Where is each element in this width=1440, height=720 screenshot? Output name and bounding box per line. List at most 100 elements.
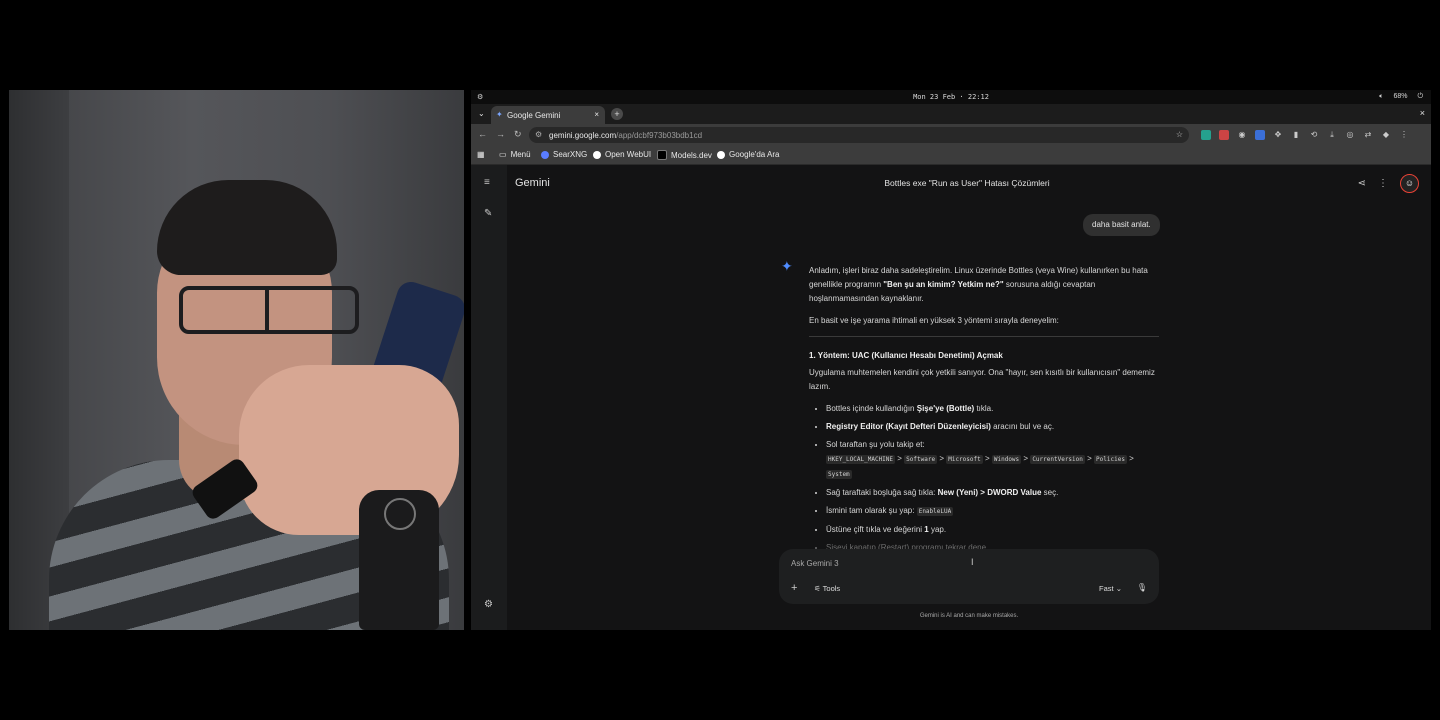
path-separator: > xyxy=(1129,454,1134,463)
registry-path-segment: Windows xyxy=(991,455,1022,464)
gemini-sidebar: ≡ ✎ ⚙ xyxy=(471,165,507,630)
conversation-title: Bottles exe "Run as User" Hatası Çözümle… xyxy=(884,178,1050,188)
power-icon[interactable]: ⏻ xyxy=(1417,93,1423,101)
bookmark-searxng[interactable]: SearXNG xyxy=(541,150,587,159)
tools-label: Tools xyxy=(822,584,841,593)
menu-icon[interactable]: ≡ xyxy=(484,177,490,188)
list-item: Sol taraftan şu yolu takip et: HKEY_LOCA… xyxy=(826,438,1159,482)
browser-menu-icon[interactable]: ⋮ xyxy=(1399,130,1409,140)
microphone-icon[interactable]: 🎙︎ xyxy=(1137,583,1147,592)
item-bold: Registry Editor (Kayıt Defteri Düzenleyi… xyxy=(826,422,991,431)
disclaimer-text: Gemini is AI and can make mistakes. xyxy=(919,613,1019,619)
prompt-box[interactable]: Ask Gemini 3 + ⚟ Tools Fast ⌄ 🎙︎ xyxy=(779,549,1159,604)
response-paragraph: En basit ve işe yarama ihtimali en yükse… xyxy=(809,316,1059,325)
share-icon[interactable]: ⋖ xyxy=(1358,178,1366,189)
speaker-icon[interactable]: 🔈︎ xyxy=(1379,93,1383,101)
apps-grid-icon[interactable]: ▦ xyxy=(477,150,485,159)
site-info-icon[interactable]: ⚙ xyxy=(535,130,542,139)
microphone-knob xyxy=(384,498,416,530)
bookmark-star-icon[interactable]: ☆ xyxy=(1176,130,1183,139)
user-message-bubble: daha basit anlat. xyxy=(1083,214,1160,236)
item-text: Sağ taraftaki boşluğa sağ tıkla: xyxy=(826,488,938,497)
bookmark-label: Open WebUI xyxy=(605,150,652,159)
extension-red-icon[interactable] xyxy=(1219,130,1229,140)
response-paragraph: Anladım, işleri biraz daha sadeleştireli… xyxy=(809,264,1159,306)
bookmark-models-dev[interactable]: Models.dev xyxy=(657,150,712,160)
item-text: Sol taraftan şu yolu takip et: xyxy=(826,440,925,449)
download-icon[interactable]: ⤓ xyxy=(1327,130,1337,140)
registry-path-segment: HKEY_LOCAL_MACHINE xyxy=(826,455,896,464)
gemini-favicon-icon: ✦ xyxy=(496,110,503,119)
tab-google-gemini[interactable]: ✦ Google Gemini × xyxy=(491,106,605,124)
item-bold: New (Yeni) > DWORD Value xyxy=(937,488,1042,497)
item-text: seç. xyxy=(1041,488,1059,497)
system-top-bar: ⚙ Mon 23 Feb · 22:12 🔈︎ 68% ⏻ xyxy=(471,90,1431,104)
omnibox[interactable]: ⚙ gemini.google.com/app/dcbf973b03bdb1cd… xyxy=(529,127,1189,143)
list-item: Sağ taraftaki boşluğa sağ tıkla: New (Ye… xyxy=(826,486,1159,500)
screen-capture: ⚙ Mon 23 Feb · 22:12 🔈︎ 68% ⏻ ⌄ ✦ Google… xyxy=(471,90,1431,630)
extension-bot-icon[interactable]: ◉ xyxy=(1237,130,1247,140)
bookmark-label: Menü xyxy=(510,150,531,159)
tab-strip: ⌄ ✦ Google Gemini × + × xyxy=(471,104,1431,124)
divider xyxy=(809,336,1159,337)
searxng-icon xyxy=(541,150,549,159)
bookmark-open-webui[interactable]: Open WebUI xyxy=(593,150,651,159)
back-icon[interactable]: ← xyxy=(478,129,487,140)
item-bold: Şişe'ye (Bottle) xyxy=(916,404,975,413)
more-options-icon[interactable]: ⋮ xyxy=(1378,178,1388,189)
text-cursor-icon: I xyxy=(971,557,974,567)
path-separator: > xyxy=(939,454,944,463)
bookmark-menu[interactable]: ▭ Menü xyxy=(499,150,531,159)
screenshot-icon[interactable]: ◎ xyxy=(1345,130,1355,140)
url-host: gemini.google.com xyxy=(549,131,617,140)
bookmark-label: Models.dev xyxy=(671,150,712,160)
item-text: aracını bul ve aç. xyxy=(990,422,1055,431)
model-mode-selector[interactable]: Fast ⌄ xyxy=(1099,584,1122,593)
add-attachment-icon[interactable]: + xyxy=(791,582,797,594)
gemini-spark-icon: ✦ xyxy=(781,258,793,274)
new-chat-icon[interactable]: ✎ xyxy=(484,208,492,219)
tools-button[interactable]: ⚟ Tools xyxy=(814,584,840,593)
mode-label: Fast xyxy=(1099,584,1114,593)
google-icon xyxy=(717,150,725,159)
folder-icon: ▭ xyxy=(499,150,507,159)
response-bold: "Ben şu an kimim? Yetkim ne?" xyxy=(883,280,1004,289)
webcam-video xyxy=(9,90,464,630)
path-separator: > xyxy=(1087,454,1092,463)
path-separator: > xyxy=(1023,454,1029,463)
modelsdev-icon xyxy=(657,150,667,160)
tab-close-icon[interactable]: × xyxy=(594,110,599,119)
bookmark-label: Google'da Ara xyxy=(729,150,780,159)
list-item: İsmini tam olarak şu yap: EnableLUA xyxy=(826,504,1159,519)
avatar[interactable]: ☺ xyxy=(1400,174,1419,193)
forward-icon[interactable]: → xyxy=(496,129,505,140)
extensions-puzzle-icon[interactable]: ✥ xyxy=(1273,130,1283,140)
translate-icon[interactable]: ⇄ xyxy=(1363,130,1373,140)
extension-toolbar: ◉ ✥ ▮ ⟲ ⤓ ◎ ⇄ ◆ ⋮ xyxy=(1201,130,1409,140)
list-item: Üstüne çift tıkla ve değerini 1 yap. xyxy=(826,523,1159,537)
history-icon[interactable]: ⟲ xyxy=(1309,130,1319,140)
profile-icon[interactable]: ◆ xyxy=(1381,130,1391,140)
battery-percent[interactable]: 68% xyxy=(1393,93,1407,101)
model-response: Anladım, işleri biraz daha sadeleştireli… xyxy=(809,264,1159,559)
extension-teal-icon[interactable] xyxy=(1201,130,1211,140)
reading-list-icon[interactable]: ▮ xyxy=(1291,130,1301,140)
list-item: Bottles içinde kullandığın Şişe'ye (Bott… xyxy=(826,402,1159,416)
registry-path-segment: Software xyxy=(904,455,938,464)
registry-path-segment: CurrentVersion xyxy=(1030,455,1085,464)
extension-blue-icon[interactable] xyxy=(1255,130,1265,140)
bookmark-google-search[interactable]: Google'da Ara xyxy=(717,150,779,159)
window-close-icon[interactable]: × xyxy=(1420,108,1425,118)
person-glasses xyxy=(179,286,359,334)
reload-icon[interactable]: ↻ xyxy=(514,129,522,140)
system-clock[interactable]: Mon 23 Feb · 22:12 xyxy=(471,93,1431,101)
prompt-input[interactable]: Ask Gemini 3 xyxy=(791,559,839,568)
registry-path-segment: Policies xyxy=(1094,455,1127,464)
new-tab-button[interactable]: + xyxy=(611,108,623,120)
method-description: Uygulama muhtemelen kendini çok yetkili … xyxy=(809,368,1155,391)
item-text: Üstüne çift tıkla ve değerini xyxy=(826,525,925,534)
settings-gear-icon[interactable]: ⚙ xyxy=(484,599,493,610)
tab-search-icon[interactable]: ⌄ xyxy=(478,109,485,118)
bookmarks-bar: ▦ ▭ Menü SearXNG Open WebUI Models.dev Go… xyxy=(471,146,1431,165)
item-text: tıkla. xyxy=(974,404,994,413)
